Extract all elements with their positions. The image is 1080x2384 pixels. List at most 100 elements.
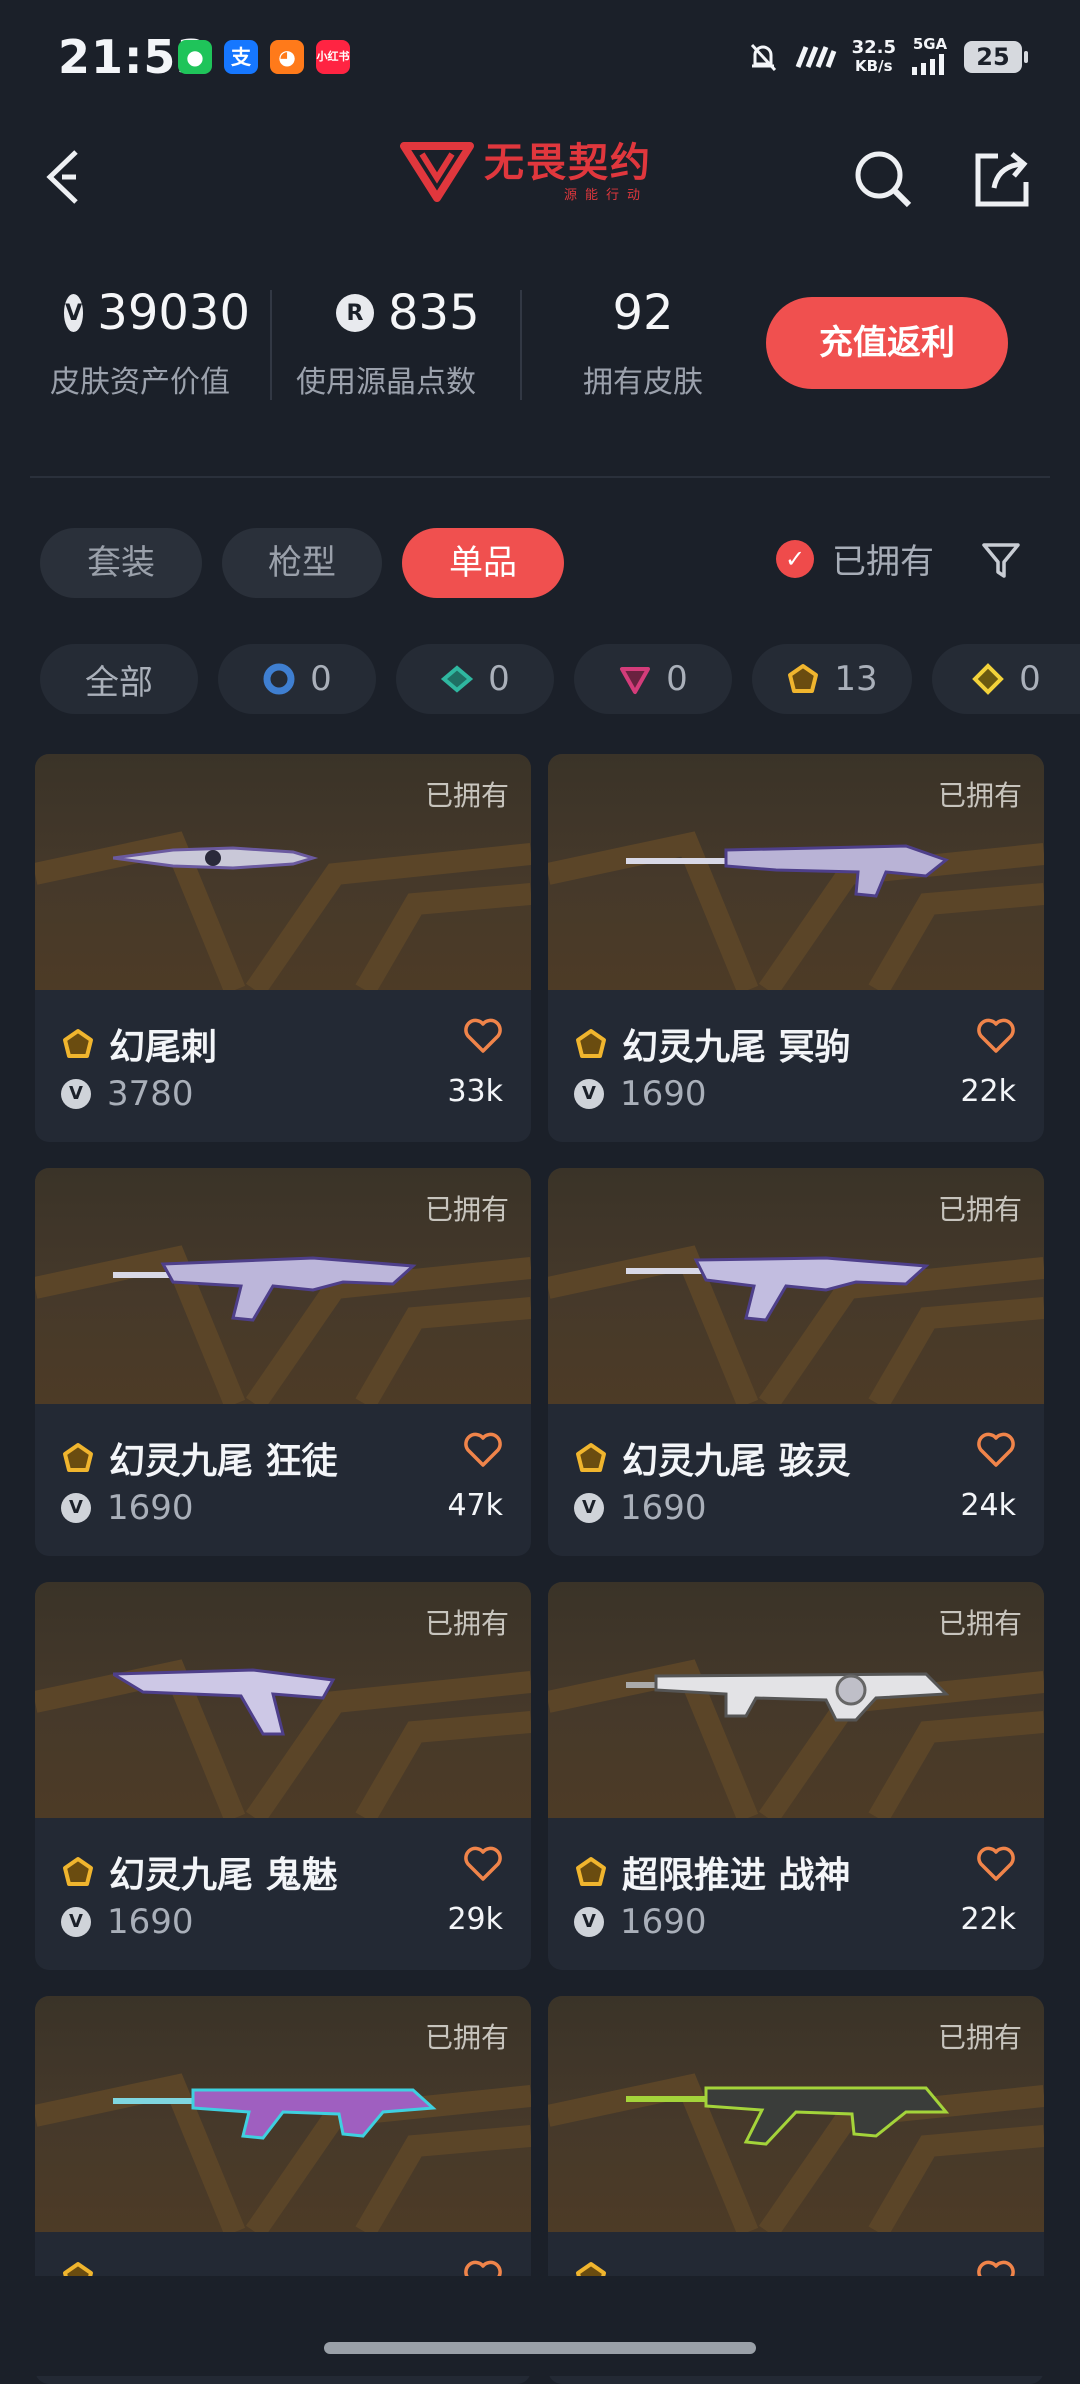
skin-card[interactable]: 已拥有 超限推进 战神 V 1690 22k bbox=[548, 1582, 1044, 1970]
tier-chip-label: 全部 bbox=[85, 662, 153, 703]
weapon-icon bbox=[113, 2088, 437, 2140]
deluxe-tier-icon bbox=[441, 665, 474, 693]
signal-indicator: 5GA bbox=[910, 35, 950, 79]
heart-icon[interactable] bbox=[976, 1432, 1016, 1468]
tier-chip-deluxe[interactable]: 0 bbox=[396, 644, 554, 714]
tab-bundle[interactable]: 套装 bbox=[40, 528, 202, 598]
skin-name: 幻灵九尾 狂徒 bbox=[109, 1441, 338, 1482]
skin-title: 幻灵九尾 骇灵 bbox=[574, 1432, 851, 1484]
tier-count: 0 bbox=[666, 659, 688, 699]
weapon-icon bbox=[626, 1672, 950, 1722]
skin-card[interactable]: 已拥有 幻尾刺 V 3780 33k bbox=[35, 754, 531, 1142]
like-count: 22k bbox=[960, 1074, 1016, 1109]
heart-icon[interactable] bbox=[463, 1846, 503, 1882]
price-value: 1690 bbox=[620, 1902, 707, 1942]
owned-filter-toggle[interactable]: ✓ 已拥有 bbox=[776, 534, 934, 583]
vp-icon: V bbox=[61, 1493, 91, 1523]
tab-single-item[interactable]: 单品 bbox=[402, 528, 564, 598]
ultra-tier-icon bbox=[63, 1029, 93, 1058]
skin-price: V 1690 bbox=[574, 1902, 707, 1942]
ultra-tier-icon bbox=[576, 1857, 606, 1886]
tier-chip-premium[interactable]: 0 bbox=[574, 644, 732, 714]
price-value: 1690 bbox=[107, 1488, 194, 1528]
logo-subtitle: 源能行动 bbox=[564, 187, 649, 203]
alipay-icon: 支 bbox=[224, 40, 258, 74]
skin-card[interactable]: 已拥有 幻灵九尾 鬼魅 V 1690 29k bbox=[35, 1582, 531, 1970]
search-icon[interactable] bbox=[852, 148, 914, 210]
ultra-tier-icon bbox=[576, 1443, 606, 1472]
wechat-icon: ● bbox=[178, 40, 212, 74]
tier-chip-select[interactable]: 0 bbox=[218, 644, 376, 714]
tier-count: 0 bbox=[1019, 659, 1041, 699]
skin-image: 已拥有 bbox=[35, 1168, 531, 1404]
skin-name: 幻尾刺 bbox=[109, 1027, 218, 1068]
checkmark-icon: ✓ bbox=[776, 539, 814, 578]
signal-bars-icon bbox=[912, 54, 944, 75]
back-icon[interactable] bbox=[40, 146, 90, 208]
skin-image: 已拥有 bbox=[548, 754, 1044, 990]
skin-title: 超限推进 战神 bbox=[574, 1846, 851, 1898]
owned-tag: 已拥有 bbox=[424, 779, 509, 812]
divider bbox=[520, 290, 522, 400]
skin-card[interactable]: 已拥有 幻灵九尾 骇灵 V 1690 24k bbox=[548, 1168, 1044, 1556]
like-count: 47k bbox=[447, 1488, 503, 1523]
skin-price: V 1690 bbox=[574, 1074, 707, 1114]
owned-tag: 已拥有 bbox=[424, 2021, 509, 2054]
tier-chip-exclusive[interactable]: 0 bbox=[932, 644, 1080, 714]
stat-label: 拥有皮肤 bbox=[583, 365, 703, 400]
tier-chip-ultra[interactable]: 13 bbox=[752, 644, 912, 714]
heart-icon[interactable] bbox=[463, 1018, 503, 1054]
vp-icon: V bbox=[574, 1493, 604, 1523]
like-count: 29k bbox=[447, 1902, 503, 1937]
skin-image: 已拥有 bbox=[35, 1582, 531, 1818]
tier-count: 0 bbox=[310, 659, 332, 699]
valorant-logo-icon bbox=[400, 142, 474, 202]
logo-title: 无畏契约 bbox=[484, 139, 652, 186]
skin-title: 幻灵九尾 鬼魅 bbox=[61, 1846, 338, 1898]
taobao-icon: ◕ bbox=[270, 40, 304, 74]
price-value: 1690 bbox=[620, 1488, 707, 1528]
stat-skin-value: V 39030 皮肤资产价值 bbox=[50, 285, 250, 401]
share-icon[interactable] bbox=[972, 148, 1034, 210]
price-value: 1690 bbox=[620, 1074, 707, 1114]
recharge-button[interactable]: 充值返利 bbox=[766, 297, 1008, 389]
wifi-calling-icon bbox=[795, 46, 836, 68]
ultra-tier-icon bbox=[788, 664, 819, 693]
weapon-icon bbox=[626, 844, 950, 898]
home-indicator[interactable] bbox=[324, 2342, 756, 2354]
status-bar: 21:53 ● 支 ◕ 小红书 32.5 KB/s 5GA 25 bbox=[0, 0, 1080, 120]
price-value: 3780 bbox=[107, 1074, 194, 1114]
weapon-icon bbox=[626, 2086, 950, 2146]
skin-price: V 3780 bbox=[61, 1074, 194, 1114]
divider bbox=[270, 290, 272, 400]
radianite-icon: R bbox=[336, 294, 374, 332]
vp-icon: V bbox=[64, 294, 84, 332]
premium-tier-icon bbox=[620, 667, 651, 694]
stat-value: 835 bbox=[388, 285, 480, 341]
owned-tag: 已拥有 bbox=[424, 1193, 509, 1226]
filter-icon[interactable] bbox=[980, 540, 1022, 582]
weapon-icon bbox=[113, 846, 319, 870]
skin-card[interactable]: 已拥有 幻灵九尾 冥驹 V 1690 22k bbox=[548, 754, 1044, 1142]
tier-chip-all[interactable]: 全部 bbox=[40, 644, 198, 714]
skin-title: 幻尾刺 bbox=[61, 1018, 217, 1070]
section-divider bbox=[30, 476, 1050, 478]
heart-icon[interactable] bbox=[976, 1846, 1016, 1882]
like-count: 24k bbox=[960, 1488, 1016, 1523]
stat-label: 使用源晶点数 bbox=[296, 365, 476, 400]
stat-owned-skins: 92 拥有皮肤 bbox=[578, 285, 708, 401]
skin-card[interactable]: 已拥有 幻灵九尾 狂徒 V 1690 47k bbox=[35, 1168, 531, 1556]
like-count: 22k bbox=[960, 1902, 1016, 1937]
heart-icon[interactable] bbox=[976, 1018, 1016, 1054]
status-indicators: 32.5 KB/s 5GA 25 bbox=[746, 32, 1028, 82]
stat-radianite: R 835 使用源晶点数 bbox=[296, 285, 516, 401]
tab-weapon-type[interactable]: 枪型 bbox=[222, 528, 382, 598]
app-logo: 无畏契约 源能行动 bbox=[400, 140, 652, 204]
heart-icon[interactable] bbox=[463, 1432, 503, 1468]
owned-filter-label: 已拥有 bbox=[832, 542, 934, 582]
tier-count: 0 bbox=[488, 659, 510, 699]
vp-icon: V bbox=[574, 1079, 604, 1109]
skin-name: 幻灵九尾 鬼魅 bbox=[109, 1855, 338, 1896]
skin-image: 已拥有 bbox=[548, 1582, 1044, 1818]
stat-value: 92 bbox=[612, 285, 674, 341]
